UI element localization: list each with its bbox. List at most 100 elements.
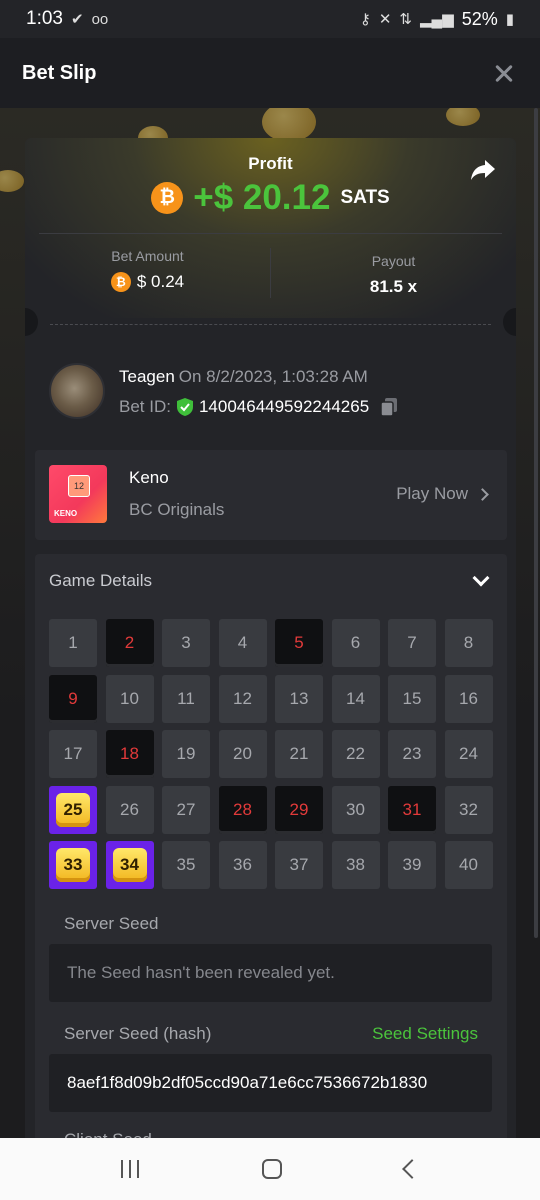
keno-cell: 4 bbox=[218, 619, 267, 667]
keno-cell: 34 bbox=[105, 841, 154, 889]
server-seed-hash-field[interactable]: 8aef1f8d09b2df05ccd90a71e6cc7536672b1830 bbox=[49, 1054, 492, 1112]
home-icon[interactable] bbox=[261, 1159, 282, 1179]
check-icon: ✔ bbox=[70, 11, 84, 28]
keno-cell: 24 bbox=[444, 730, 493, 778]
chevron-down-icon[interactable] bbox=[472, 569, 490, 587]
bet-card: Profit ₿ +$ 20.12 SATS Bet Amount ₿ $ 0.… bbox=[25, 138, 516, 1138]
keno-thumbnail[interactable]: 12 KENO bbox=[49, 465, 107, 523]
keno-cell: 16 bbox=[444, 674, 493, 723]
keno-cell: 23 bbox=[388, 730, 436, 778]
keno-cell: 29 bbox=[275, 785, 323, 834]
back-icon[interactable] bbox=[401, 1159, 422, 1179]
keno-cell: 8 bbox=[444, 619, 493, 667]
server-seed-hash-label: Server Seed (hash) bbox=[64, 1024, 212, 1043]
game-details-header[interactable]: Game Details bbox=[49, 571, 152, 591]
profit-amount: +$ 20.12 bbox=[193, 178, 331, 217]
bitcoin-icon: ₿ bbox=[151, 182, 184, 214]
recent-apps-icon[interactable] bbox=[121, 1160, 140, 1178]
keno-cell: 25 bbox=[49, 785, 97, 834]
close-icon[interactable] bbox=[490, 59, 518, 87]
mute-icon: ✕ bbox=[378, 11, 392, 28]
page-title: Bet Slip bbox=[22, 61, 97, 84]
chevron-right-icon bbox=[476, 487, 489, 501]
keno-chip: 12 bbox=[68, 475, 90, 497]
divider bbox=[39, 233, 502, 234]
data-icon: ⇅ bbox=[399, 11, 412, 28]
user-info: Teagen On 8/2/2023, 1:03:28 AM Bet ID: 14… bbox=[49, 363, 499, 423]
profit-section: Profit ₿ +$ 20.12 SATS Bet Amount ₿ $ 0.… bbox=[25, 138, 516, 318]
keno-cell: 6 bbox=[331, 619, 380, 667]
copy-icon[interactable] bbox=[380, 397, 398, 417]
keno-cell: 22 bbox=[331, 730, 380, 778]
bet-slip-header: Bet Slip bbox=[0, 38, 540, 108]
game-provider: BC Originals bbox=[129, 500, 225, 519]
keno-cell: 19 bbox=[162, 730, 210, 778]
keno-cell: 40 bbox=[444, 841, 493, 889]
profit-amount-row: ₿ +$ 20.12 SATS bbox=[25, 178, 516, 218]
bet-id-value: 140046449592244265 bbox=[198, 397, 370, 416]
server-seed-field: The Seed hasn't been revealed yet. bbox=[49, 944, 492, 1002]
keno-cell: 1 bbox=[49, 619, 97, 667]
keno-cell: 26 bbox=[105, 785, 154, 834]
avatar[interactable] bbox=[49, 363, 105, 419]
keno-cell: 31 bbox=[388, 785, 436, 834]
keno-cell: 11 bbox=[162, 674, 210, 723]
scrollbar[interactable] bbox=[534, 108, 538, 938]
key-icon: ⚷ bbox=[359, 11, 371, 28]
keno-cell: 30 bbox=[331, 785, 380, 834]
keno-cell: 17 bbox=[49, 730, 97, 778]
status-time: 1:03 bbox=[26, 8, 63, 29]
profit-unit: SATS bbox=[340, 187, 390, 208]
battery-icon: ▮ bbox=[505, 11, 514, 28]
keno-cell-gem: 25 bbox=[56, 792, 90, 827]
keno-cell-gem: 33 bbox=[56, 848, 90, 882]
keno-cell: 18 bbox=[105, 730, 154, 778]
bet-amount-label: Bet Amount bbox=[111, 248, 184, 264]
keno-cell: 5 bbox=[275, 619, 323, 667]
keno-cell: 12 bbox=[218, 674, 267, 723]
coin-decoration bbox=[262, 108, 316, 142]
ticket-notch bbox=[503, 308, 516, 336]
game-name: Keno bbox=[129, 468, 169, 487]
payout-value: 81.5 x bbox=[369, 277, 418, 296]
keno-cell: 39 bbox=[388, 841, 436, 889]
verified-shield-icon bbox=[176, 398, 193, 416]
keno-cell: 37 bbox=[275, 841, 323, 889]
keno-grid: 1 2 3 4 5 6 7 8 9 10 11 12 13 14 15 16 17 18 19 20 21 22 23 24 2… bbox=[49, 619, 493, 889]
username[interactable]: Teagen bbox=[119, 367, 175, 386]
coin-decoration bbox=[0, 170, 24, 192]
keno-cell: 10 bbox=[105, 674, 154, 723]
client-seed-label: Client Seed bbox=[64, 1130, 152, 1138]
payout-label: Payout bbox=[371, 253, 416, 269]
keno-cell: 20 bbox=[218, 730, 267, 778]
server-seed-label: Server Seed bbox=[64, 914, 159, 933]
seed-settings-link[interactable]: Seed Settings bbox=[372, 1024, 478, 1044]
game-row[interactable]: 12 KENO Keno BC Originals Play Now bbox=[35, 450, 507, 540]
coin-decoration bbox=[446, 108, 480, 126]
keno-cell: 27 bbox=[162, 785, 210, 834]
payout-stat: Payout 81.5 x bbox=[271, 253, 516, 297]
game-details-panel: Game Details 1 2 3 4 5 6 7 8 9 10 11 12 13 14 15 16 17 18… bbox=[35, 554, 507, 1138]
keno-cell: 3 bbox=[162, 619, 210, 667]
keno-cell: 38 bbox=[331, 841, 380, 889]
keno-cell: 14 bbox=[331, 674, 380, 723]
signal-icon: ▂▄▆ bbox=[420, 11, 454, 28]
dashed-divider bbox=[50, 324, 491, 325]
bet-slip-content[interactable]: Profit ₿ +$ 20.12 SATS Bet Amount ₿ $ 0.… bbox=[0, 108, 540, 1138]
bet-amount-stat: Bet Amount ₿ $ 0.24 bbox=[25, 248, 270, 292]
android-nav-bar bbox=[0, 1138, 540, 1200]
keno-cell: 2 bbox=[105, 619, 154, 667]
keno-cell: 9 bbox=[49, 674, 97, 723]
battery-percent: 52% bbox=[461, 8, 498, 29]
keno-cell: 35 bbox=[162, 841, 210, 889]
voicemail-icon: oo bbox=[91, 10, 109, 28]
keno-cell: 36 bbox=[218, 841, 267, 889]
keno-thumb-label: KENO bbox=[54, 509, 78, 518]
keno-cell: 32 bbox=[444, 785, 493, 834]
play-now-button[interactable]: Play Now bbox=[396, 484, 489, 504]
keno-cell-gem: 34 bbox=[112, 848, 147, 882]
keno-cell: 33 bbox=[49, 841, 97, 889]
profit-label: Profit bbox=[248, 154, 293, 173]
bet-amount-value: $ 0.24 bbox=[136, 272, 185, 291]
bet-timestamp: On 8/2/2023, 1:03:28 AM bbox=[178, 367, 368, 386]
